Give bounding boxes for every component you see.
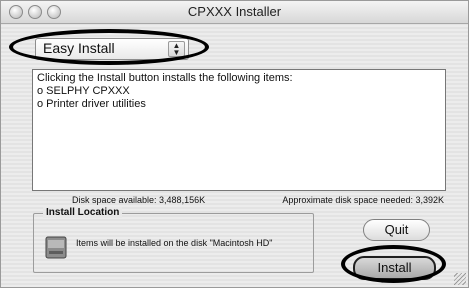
quit-button[interactable]: Quit bbox=[363, 219, 430, 241]
window-title: CPXXX Installer bbox=[187, 4, 282, 19]
list-item: o Printer driver utilities bbox=[37, 98, 146, 110]
disk-needed: Approximate disk space needed: 3,392K bbox=[282, 195, 444, 205]
install-items-list: Clicking the Install button installs the… bbox=[32, 69, 446, 191]
highlight-oval-popup bbox=[9, 29, 209, 65]
install-location-text: Items will be installed on the disk "Mac… bbox=[76, 238, 273, 248]
resize-grip[interactable] bbox=[454, 273, 466, 285]
title-bar[interactable]: CPXXX Installer bbox=[1, 1, 468, 24]
install-location-title: Install Location bbox=[43, 207, 123, 218]
installer-window: CPXXX Installer Easy Install ▲ ▼ Clicking… bbox=[0, 0, 469, 288]
list-item: Clicking the Install button installs the… bbox=[37, 72, 293, 84]
hard-disk-icon bbox=[45, 236, 67, 259]
highlight-oval-install bbox=[341, 245, 446, 283]
disk-space-row: Disk space available: 3,488,156K Approxi… bbox=[32, 195, 444, 207]
disk-available: Disk space available: 3,488,156K bbox=[72, 195, 206, 205]
list-item: o SELPHY CPXXX bbox=[37, 85, 130, 97]
install-location-group: Install Location Items will be installed… bbox=[33, 207, 314, 273]
